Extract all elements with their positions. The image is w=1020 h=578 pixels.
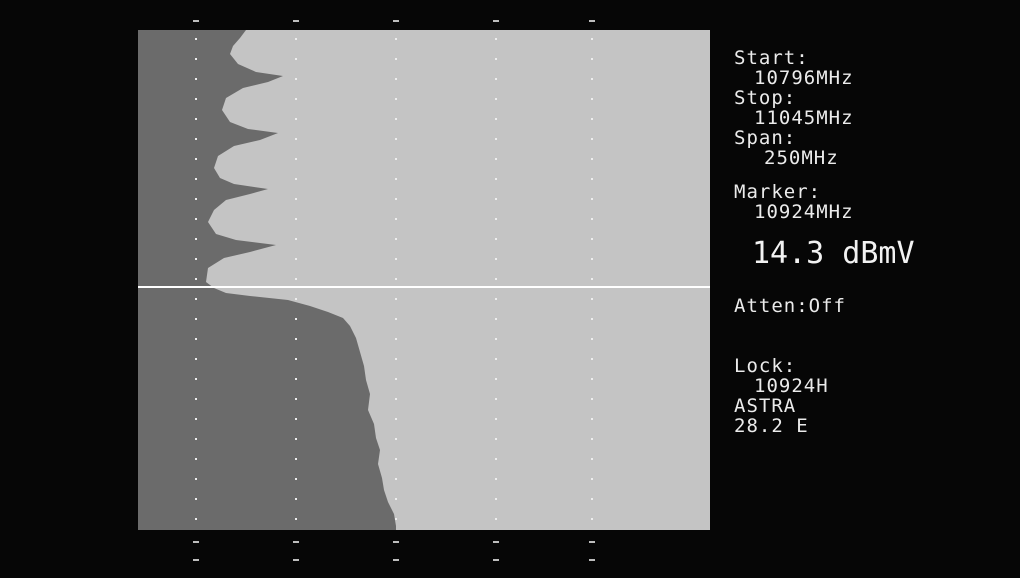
top-tick: [393, 20, 399, 22]
top-tick: [493, 20, 499, 22]
bottom-tick-row: [138, 538, 710, 548]
bottom-tick: [589, 559, 595, 561]
bottom-tick: [493, 559, 499, 561]
start-value: 10796MHz: [754, 67, 854, 89]
spectrum-fill: [138, 30, 396, 530]
lock-label: Lock:: [734, 355, 797, 377]
level-readout: 14.3 dBmV: [752, 236, 915, 271]
spectrum-trace: [138, 30, 710, 530]
bottom-tick: [493, 541, 499, 543]
readout-panel: Start: 10796MHz Stop: 11045MHz Span: 250…: [734, 48, 1004, 436]
bottom-tick: [293, 541, 299, 543]
bottom-tick: [293, 559, 299, 561]
span-label: Span:: [734, 127, 797, 149]
atten-label: Atten:Off: [734, 295, 846, 317]
span-value: 250MHz: [764, 147, 839, 169]
marker-label: Marker:: [734, 181, 822, 203]
bottom-tick: [193, 559, 199, 561]
stop-label: Stop:: [734, 87, 797, 109]
top-tick: [589, 20, 595, 22]
top-tick: [293, 20, 299, 22]
bottom-tick: [193, 541, 199, 543]
stop-value: 11045MHz: [754, 107, 854, 129]
bottom-tick: [393, 541, 399, 543]
marker-value: 10924MHz: [754, 201, 854, 223]
top-tick: [193, 20, 199, 22]
lock-satellite: ASTRA: [734, 395, 797, 417]
bottom-tick: [589, 541, 595, 543]
analyzer-screen: Start: 10796MHz Stop: 11045MHz Span: 250…: [0, 0, 1020, 578]
lock-frequency: 10924H: [754, 375, 829, 397]
bottom-tick: [393, 559, 399, 561]
start-label: Start:: [734, 47, 809, 69]
spectrum-plot: [138, 30, 710, 530]
top-tick-row: [138, 17, 710, 27]
bottom-tick-row-2: [138, 556, 710, 566]
lock-position: 28.2 E: [734, 415, 809, 437]
